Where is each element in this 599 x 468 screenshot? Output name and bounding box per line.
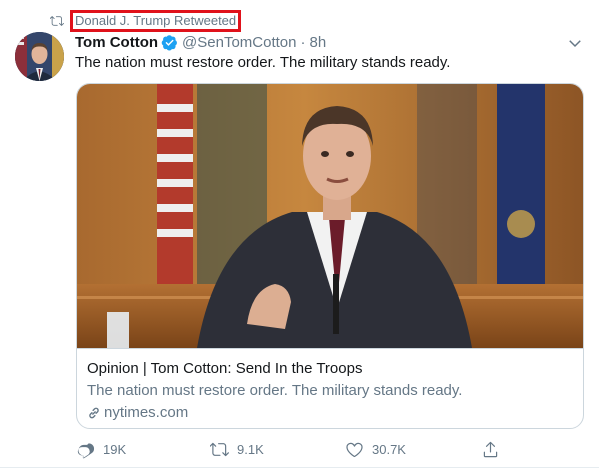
verified-badge-icon <box>161 34 178 51</box>
retweet-banner: Donald J. Trump Retweeted <box>50 10 242 32</box>
card-domain: nytimes.com <box>87 404 188 421</box>
card-image[interactable] <box>77 84 583 348</box>
retweeted-by-link[interactable]: Donald J. Trump Retweeted <box>70 10 242 32</box>
card-info[interactable]: Opinion | Tom Cotton: Send In the Troops… <box>77 348 583 428</box>
chevron-down-icon[interactable] <box>566 34 584 52</box>
link-icon <box>87 406 101 420</box>
reply-icon <box>76 440 95 459</box>
link-card[interactable]: Opinion | Tom Cotton: Send In the Troops… <box>76 83 584 429</box>
tweet-timestamp[interactable]: 8h <box>309 34 326 51</box>
tweet-text: The nation must restore order. The milit… <box>75 54 451 71</box>
card-domain-text: nytimes.com <box>104 404 189 421</box>
tweet[interactable]: Donald J. Trump Retweeted Tom Cotton @Se… <box>0 0 599 468</box>
card-title: Opinion | Tom Cotton: Send In the Troops <box>87 360 363 377</box>
share-button[interactable] <box>481 440 508 459</box>
like-icon <box>345 440 364 459</box>
tweet-actions: 19K 9.1K 30.7K <box>76 440 506 462</box>
reply-button[interactable]: 19K <box>76 440 126 459</box>
like-button[interactable]: 30.7K <box>345 440 406 459</box>
card-description: The nation must restore order. The milit… <box>87 382 463 399</box>
retweet-count: 9.1K <box>237 442 264 457</box>
reply-count: 19K <box>103 442 127 457</box>
share-icon <box>481 440 500 459</box>
author-name[interactable]: Tom Cotton <box>75 34 158 51</box>
author-handle[interactable]: @SenTomCotton <box>182 34 296 51</box>
separator-dot: · <box>300 33 306 51</box>
retweet-action-icon <box>210 440 229 459</box>
retweet-icon <box>50 14 64 28</box>
tweet-header: Tom Cotton @SenTomCotton · 8h <box>75 33 326 51</box>
like-count: 30.7K <box>372 442 406 457</box>
retweet-button[interactable]: 9.1K <box>210 440 264 459</box>
avatar[interactable] <box>15 32 64 81</box>
